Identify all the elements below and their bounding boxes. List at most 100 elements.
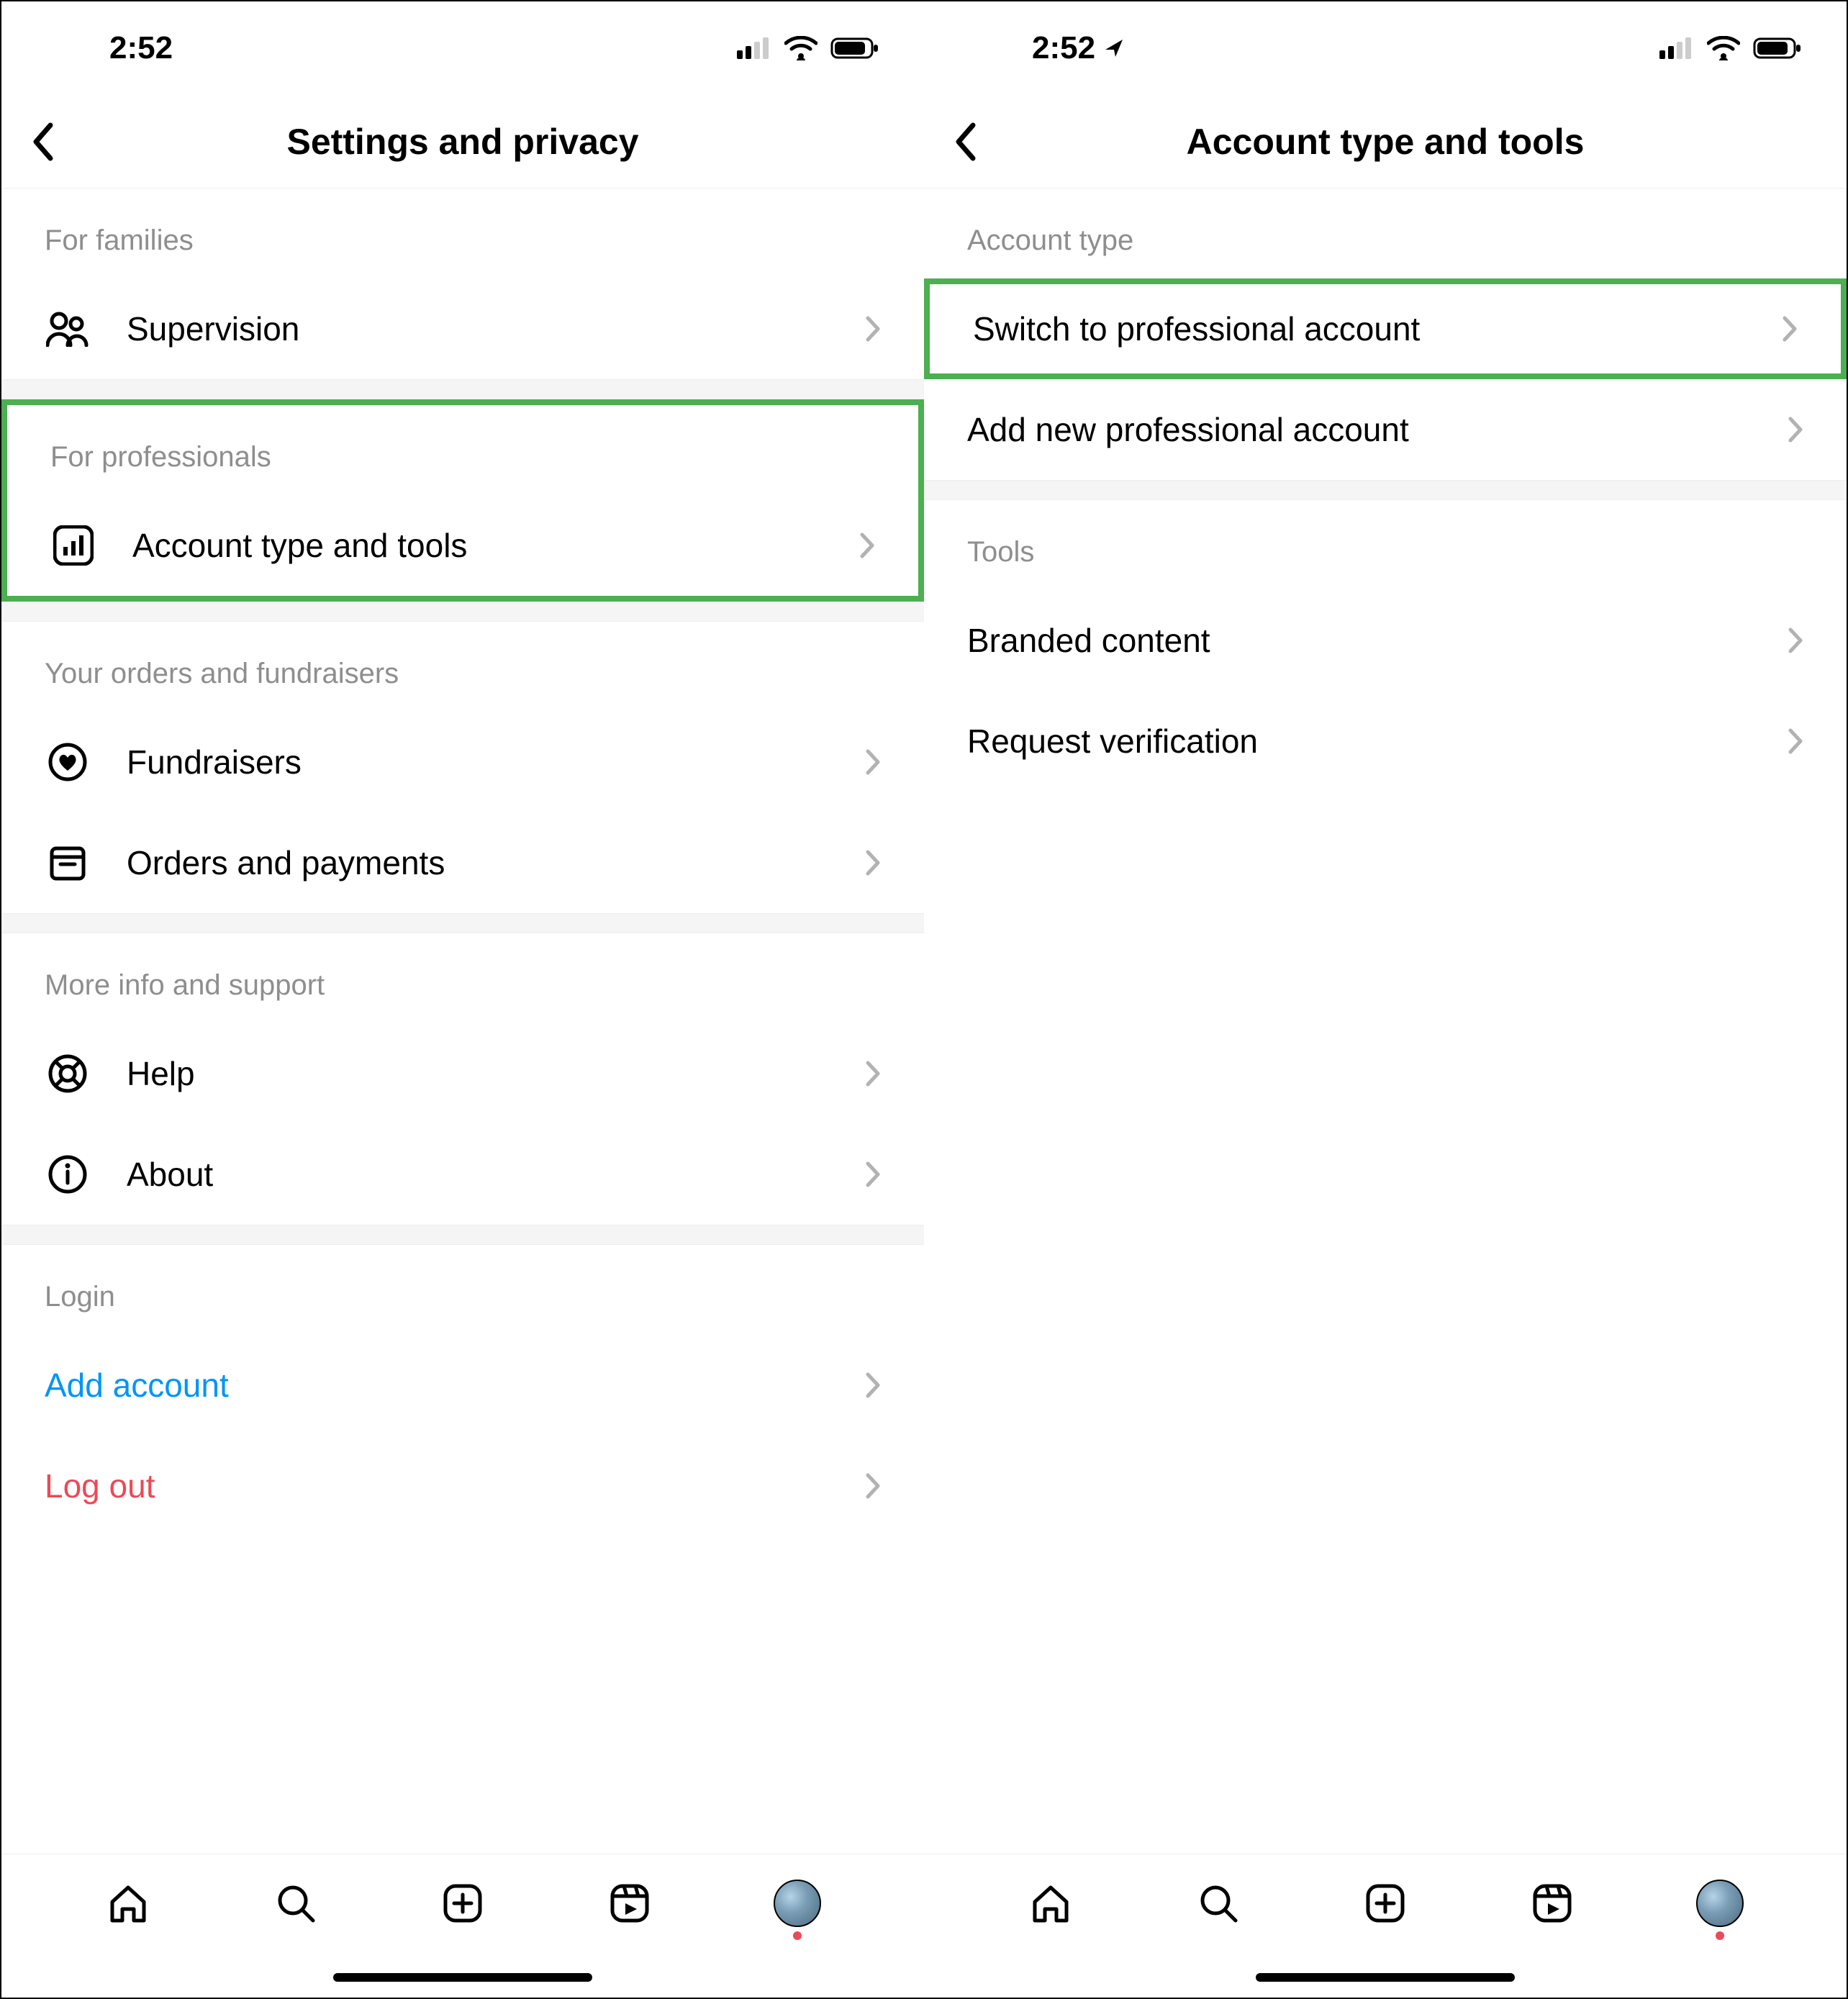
row-log-out[interactable]: Log out xyxy=(1,1436,924,1536)
section-divider xyxy=(1,379,924,399)
chevron-right-icon xyxy=(852,849,881,876)
heart-circle-icon xyxy=(45,739,91,785)
account-type-content: Account type Switch to professional acco… xyxy=(924,189,1847,1854)
section-divider xyxy=(1,1225,924,1245)
phone-account-type: 2:52 Account type and tools Account type… xyxy=(924,1,1847,1998)
search-icon xyxy=(1197,1882,1240,1925)
row-label: Supervision xyxy=(127,309,852,348)
bottom-nav xyxy=(1,1854,924,1998)
status-indicators xyxy=(1659,36,1803,60)
row-label: Fundraisers xyxy=(127,743,852,781)
chevron-right-icon xyxy=(846,532,875,559)
home-icon xyxy=(1029,1882,1072,1925)
reels-icon xyxy=(1531,1882,1574,1925)
section-divider xyxy=(1,602,924,622)
section-header-login: Login xyxy=(1,1245,924,1335)
battery-icon xyxy=(830,36,881,60)
bars-chart-icon xyxy=(50,522,96,568)
row-orders[interactable]: Orders and payments xyxy=(1,812,924,913)
nav-reels[interactable] xyxy=(606,1880,653,1927)
page-title: Settings and privacy xyxy=(73,121,895,163)
page-title: Account type and tools xyxy=(996,121,1818,163)
status-bar: 2:52 xyxy=(924,1,1847,95)
clock-text: 2:52 xyxy=(109,30,173,66)
status-time: 2:52 xyxy=(1032,30,1125,66)
chevron-right-icon xyxy=(852,1472,881,1500)
row-label: Log out xyxy=(45,1467,852,1505)
plus-square-icon xyxy=(441,1882,484,1925)
signal-icon xyxy=(737,37,771,59)
status-bar: 2:52 xyxy=(1,1,924,95)
status-indicators xyxy=(737,36,881,60)
wifi-icon xyxy=(1707,36,1740,60)
row-label: Orders and payments xyxy=(127,843,852,882)
row-request-verification[interactable]: Request verification xyxy=(924,691,1847,792)
lifebuoy-icon xyxy=(45,1051,91,1097)
bottom-nav xyxy=(924,1854,1847,1998)
section-header-support: More info and support xyxy=(1,933,924,1023)
nav-profile[interactable] xyxy=(1696,1880,1744,1927)
row-about[interactable]: About xyxy=(1,1124,924,1225)
row-label: About xyxy=(127,1155,852,1194)
chevron-left-icon xyxy=(30,122,55,161)
highlight-professionals: For professionals Account type and tools xyxy=(1,399,924,602)
supervision-icon xyxy=(45,306,91,352)
row-label: Branded content xyxy=(967,621,1775,660)
nav-search[interactable] xyxy=(272,1880,320,1927)
nav-create[interactable] xyxy=(439,1880,486,1927)
plus-square-icon xyxy=(1364,1882,1407,1925)
section-header-orders: Your orders and fundraisers xyxy=(1,622,924,712)
clock-text: 2:52 xyxy=(1032,30,1095,66)
reels-icon xyxy=(608,1882,651,1925)
section-divider xyxy=(1,913,924,933)
chevron-right-icon xyxy=(1769,315,1798,343)
nav-create[interactable] xyxy=(1362,1880,1409,1927)
row-add-professional[interactable]: Add new professional account xyxy=(924,379,1847,480)
home-icon xyxy=(107,1882,150,1925)
row-label: Switch to professional account xyxy=(973,309,1769,348)
section-header-account-type: Account type xyxy=(924,189,1847,278)
chevron-right-icon xyxy=(852,1161,881,1188)
signal-icon xyxy=(1659,37,1694,59)
row-help[interactable]: Help xyxy=(1,1023,924,1124)
row-branded-content[interactable]: Branded content xyxy=(924,590,1847,691)
row-label: Account type and tools xyxy=(132,526,846,565)
chevron-right-icon xyxy=(852,748,881,776)
avatar-icon xyxy=(774,1880,821,1927)
row-label: Add account xyxy=(45,1366,852,1405)
settings-content: For families Supervision For professiona… xyxy=(1,189,924,1854)
row-supervision[interactable]: Supervision xyxy=(1,278,924,379)
location-icon xyxy=(1102,37,1125,60)
row-account-type-tools[interactable]: Account type and tools xyxy=(7,495,918,596)
back-button[interactable] xyxy=(30,122,73,161)
search-icon xyxy=(274,1882,317,1925)
nav-home[interactable] xyxy=(1027,1880,1074,1927)
box-icon xyxy=(45,840,91,886)
nav-header: Account type and tools xyxy=(924,95,1847,189)
row-add-account[interactable]: Add account xyxy=(1,1335,924,1436)
back-button[interactable] xyxy=(953,122,996,161)
chevron-right-icon xyxy=(1775,416,1803,443)
info-icon xyxy=(45,1151,91,1197)
wifi-icon xyxy=(784,36,817,60)
chevron-right-icon xyxy=(852,315,881,343)
nav-profile[interactable] xyxy=(774,1880,821,1927)
avatar-icon xyxy=(1696,1880,1744,1927)
home-indicator xyxy=(333,1973,592,1982)
nav-reels[interactable] xyxy=(1528,1880,1576,1927)
row-label: Request verification xyxy=(967,722,1775,761)
row-label: Add new professional account xyxy=(967,410,1775,449)
nav-search[interactable] xyxy=(1195,1880,1242,1927)
chevron-right-icon xyxy=(852,1372,881,1399)
phone-settings: 2:52 Settings and privacy For families S… xyxy=(1,1,924,1998)
chevron-right-icon xyxy=(1775,727,1803,755)
row-fundraisers[interactable]: Fundraisers xyxy=(1,712,924,812)
battery-icon xyxy=(1753,36,1803,60)
nav-home[interactable] xyxy=(104,1880,152,1927)
nav-header: Settings and privacy xyxy=(1,95,924,189)
chevron-right-icon xyxy=(1775,627,1803,654)
chevron-right-icon xyxy=(852,1060,881,1087)
section-header-tools: Tools xyxy=(924,500,1847,590)
row-switch-professional[interactable]: Switch to professional account xyxy=(924,278,1847,379)
section-header-professionals: For professionals xyxy=(7,405,918,495)
